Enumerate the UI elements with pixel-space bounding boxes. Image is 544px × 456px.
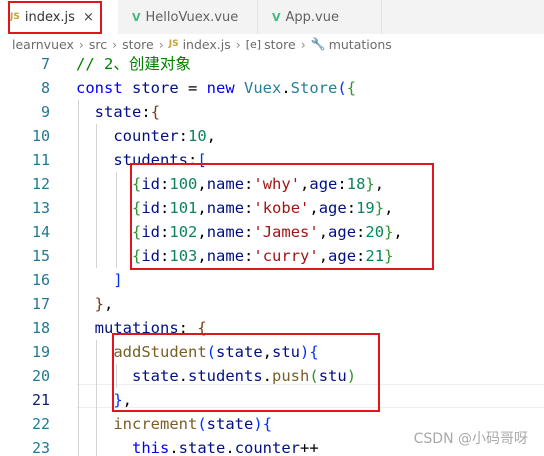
- line-number: 14: [31, 223, 50, 241]
- code-token: }: [94, 295, 105, 313]
- breadcrumb-item-learnvuex[interactable]: learnvuex: [12, 37, 74, 52]
- code-token: counter: [113, 127, 179, 145]
- vue-file-icon: V: [132, 10, 141, 24]
- breadcrumb-item-store-folder[interactable]: store: [122, 37, 154, 52]
- line-number: 7: [40, 55, 50, 73]
- watermark: CSDN @小码哥呀: [413, 431, 528, 447]
- line-number: 11: [31, 151, 50, 169]
- code-token: {: [346, 79, 357, 97]
- code-line[interactable]: counter:10,: [76, 124, 216, 148]
- code-token: ,: [206, 127, 217, 145]
- line-number: 20: [31, 367, 50, 385]
- breadcrumb: learnvuex › src › store › JS index.js › …: [0, 34, 544, 54]
- line-number: 18: [31, 319, 50, 337]
- code-token: :: [141, 103, 151, 121]
- chevron-right-icon: ›: [112, 36, 118, 52]
- code-line[interactable]: this.state.counter++: [76, 436, 319, 456]
- tab-label: App.vue: [285, 9, 339, 25]
- breadcrumb-item-mutations[interactable]: mutations: [329, 37, 392, 52]
- line-number: 12: [31, 175, 50, 193]
- code-token: .: [169, 439, 179, 456]
- code-token: const: [76, 79, 132, 97]
- addstudent-highlight-box: [112, 333, 380, 412]
- line-number: 15: [31, 247, 50, 265]
- line-number: 13: [31, 199, 50, 217]
- code-token: state: [206, 415, 254, 433]
- breadcrumb-item-src[interactable]: src: [89, 37, 107, 52]
- chevron-right-icon: ›: [78, 36, 84, 52]
- code-token: ): [253, 415, 263, 433]
- code-token: ]: [113, 271, 123, 289]
- code-token: {: [262, 415, 273, 433]
- code-line[interactable]: },: [76, 292, 114, 316]
- code-token: 10: [188, 127, 207, 145]
- chevron-right-icon: ›: [300, 36, 306, 52]
- line-number: 8: [40, 79, 50, 97]
- students-highlight-box: [130, 163, 434, 270]
- code-token: // 2、创建对象: [76, 55, 191, 73]
- code-line[interactable]: ]: [76, 268, 123, 292]
- code-token: ,: [104, 295, 114, 313]
- javascript-file-icon: JS: [168, 39, 179, 49]
- property-wrench-icon: 🔧: [310, 37, 326, 51]
- code-token: :: [178, 127, 188, 145]
- code-token: increment: [113, 415, 198, 433]
- breadcrumb-item-store-symbol[interactable]: store: [264, 37, 296, 52]
- code-line[interactable]: const store = new Vuex.Store({: [76, 76, 356, 100]
- chevron-right-icon: ›: [235, 36, 241, 52]
- line-number: 16: [31, 271, 50, 289]
- code-token: state: [178, 439, 226, 456]
- variable-symbol-icon: [e]: [245, 37, 262, 51]
- active-tab-highlight-box: [8, 1, 102, 34]
- code-token: .: [225, 439, 235, 456]
- code-token: {: [150, 103, 161, 121]
- code-line[interactable]: // 2、创建对象: [76, 52, 191, 76]
- code-line[interactable]: increment(state){: [76, 412, 272, 436]
- line-number: 22: [31, 415, 50, 433]
- line-number: 17: [31, 295, 50, 313]
- code-token: store: [132, 79, 179, 97]
- code-token: counter: [234, 439, 301, 456]
- code-line[interactable]: state:{: [76, 100, 160, 124]
- vue-file-icon: V: [272, 10, 281, 24]
- line-number-gutter: 7 8 9 10 11 12 13 14 15 16 17 18 19 20 21 22 23: [0, 52, 60, 456]
- code-token: =: [178, 79, 207, 97]
- breadcrumb-item-index-js[interactable]: index.js: [183, 37, 231, 52]
- chevron-right-icon: ›: [158, 36, 164, 52]
- tab-label: HelloVuex.vue: [145, 9, 239, 25]
- code-token: Store: [290, 79, 338, 97]
- line-number: 10: [31, 127, 50, 145]
- tab-hellovuex-vue[interactable]: V HelloVuex.vue: [118, 0, 258, 34]
- code-token: new: [206, 79, 244, 97]
- code-editor[interactable]: 7 8 9 10 11 12 13 14 15 16 17 18 19 20 21 22 23 // 2、创建对…: [0, 52, 544, 456]
- line-number: 23: [31, 439, 50, 456]
- code-token: (: [197, 415, 207, 433]
- line-number: 19: [31, 343, 50, 361]
- code-token: .: [281, 79, 291, 97]
- code-token: ++: [300, 439, 319, 456]
- code-token: state: [94, 103, 142, 121]
- code-token: Vuex: [244, 79, 282, 97]
- tab-app-vue[interactable]: V App.vue: [258, 0, 382, 34]
- line-number: 9: [40, 103, 50, 121]
- line-number: 21: [31, 391, 50, 409]
- code-token: this: [132, 439, 170, 456]
- code-token: (: [337, 79, 347, 97]
